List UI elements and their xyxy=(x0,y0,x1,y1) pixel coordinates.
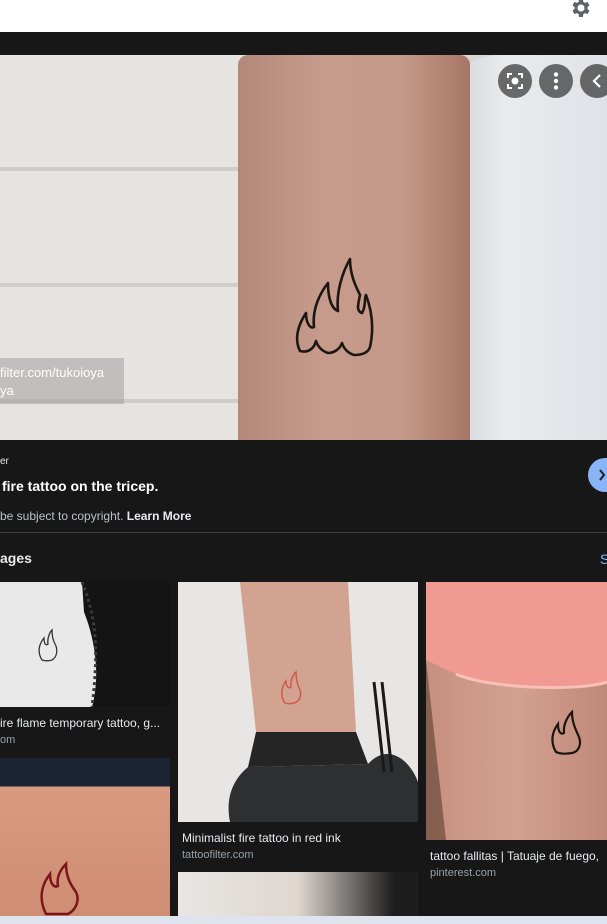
lens-icon xyxy=(507,73,523,89)
related-card-3[interactable]: tattoo fallitas | Tatuaje de fuego, pint… xyxy=(426,582,607,890)
divider xyxy=(0,532,607,533)
copyright-notice: be subject to copyright. Learn More xyxy=(0,509,191,523)
lens-button[interactable] xyxy=(498,64,532,98)
related-title-3[interactable]: tattoo fallitas | Tatuaje de fuego, xyxy=(430,849,599,863)
flame-tattoo xyxy=(295,257,374,357)
preview-image[interactable]: filter.com/tukoioya ya xyxy=(0,55,607,440)
more-vert-icon xyxy=(553,72,559,90)
visit-icon xyxy=(599,469,606,481)
learn-more-link[interactable]: Learn More xyxy=(127,509,192,523)
chevron-left-icon xyxy=(592,74,601,88)
related-title-2[interactable]: Minimalist fire tattoo in red ink xyxy=(182,831,341,845)
previous-button[interactable] xyxy=(580,64,607,98)
gear-icon[interactable] xyxy=(568,0,592,20)
related-card-5[interactable] xyxy=(178,872,418,916)
top-bar xyxy=(0,0,607,32)
related-thumb-3 xyxy=(426,582,607,840)
visit-button[interactable] xyxy=(588,458,607,492)
image-title[interactable]: fire tattoo on the tricep. xyxy=(2,478,158,494)
see-more-link[interactable]: S xyxy=(600,551,607,567)
more-options-button[interactable] xyxy=(539,64,573,98)
related-card-2[interactable]: Minimalist fire tattoo in red ink tattoo… xyxy=(178,582,418,872)
source-name[interactable]: er xyxy=(0,456,9,467)
related-thumb-5 xyxy=(178,872,418,916)
related-title-1[interactable]: ire flame temporary tattoo, g... xyxy=(0,716,160,730)
related-source-2: tattoofilter.com xyxy=(182,849,254,861)
related-source-3: pinterest.com xyxy=(430,867,497,879)
related-images-heading: ages xyxy=(0,550,32,566)
watermark-line-1: filter.com/tukoioya xyxy=(0,365,105,380)
related-card-4[interactable] xyxy=(0,758,170,916)
related-thumb-2 xyxy=(178,582,418,822)
watermark-line-2: ya xyxy=(0,383,14,398)
bottom-edge xyxy=(0,916,607,924)
related-card-1[interactable]: ire flame temporary tattoo, g... om xyxy=(0,582,170,758)
related-source-1: om xyxy=(0,734,16,746)
copyright-text: be subject to copyright. xyxy=(0,509,124,523)
arm-area xyxy=(238,55,470,440)
related-thumb-4 xyxy=(0,758,170,916)
related-thumb-1 xyxy=(0,582,170,707)
image-watermark: filter.com/tukoioya ya xyxy=(0,358,124,404)
